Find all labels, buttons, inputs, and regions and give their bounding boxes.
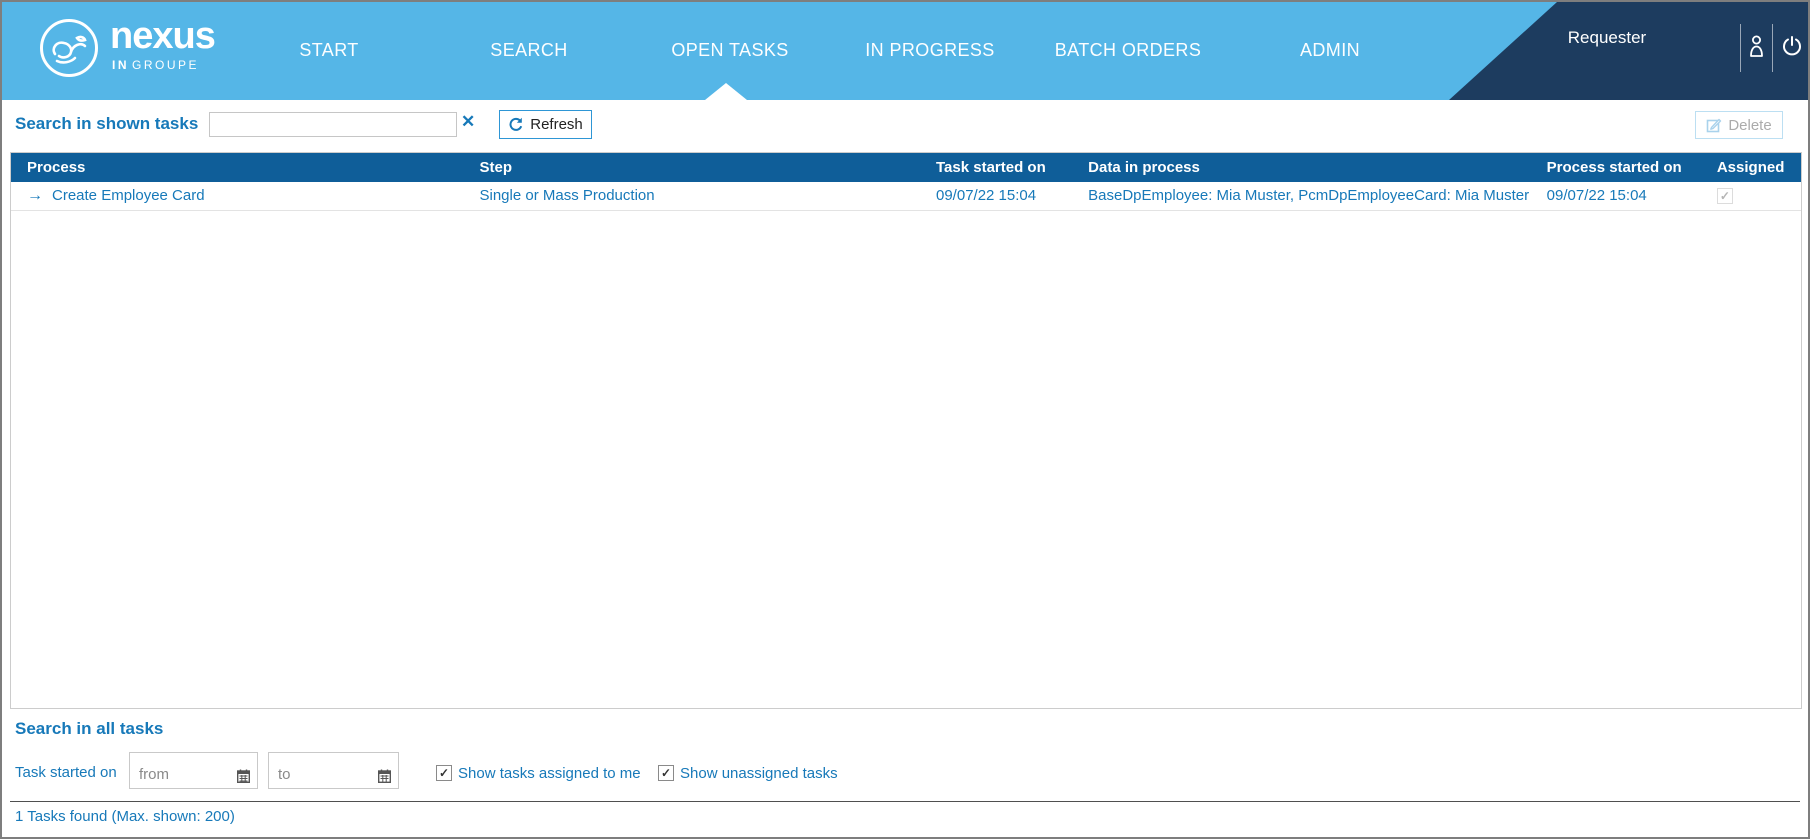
user-role-label: Requester [1567,28,1647,47]
calendar-icon[interactable] [237,769,250,783]
delete-edit-icon [1706,117,1722,133]
nav-search[interactable]: SEARCH [490,40,567,61]
col-header-process[interactable]: Process [11,153,464,182]
cell-task-started: 09/07/22 15:04 [920,182,1073,211]
refresh-button[interactable]: Refresh [499,110,592,139]
open-tasks-table: Process Step Task started on Data in pro… [11,153,1801,211]
logo-brand: nexus [110,15,216,57]
delete-button[interactable]: Delete [1695,111,1783,139]
open-tasks-table-panel: Process Step Task started on Data in pro… [10,152,1802,709]
col-header-assigned[interactable]: Assigned [1700,153,1801,182]
calendar-icon[interactable] [378,769,391,783]
cell-process[interactable]: → Create Employee Card [11,182,464,211]
header-divider [1772,24,1773,72]
nav-admin[interactable]: ADMIN [1300,40,1360,61]
refresh-label: Refresh [530,116,583,133]
to-placeholder: to [278,766,291,783]
task-started-on-label: Task started on [15,764,117,781]
nav-batch-orders[interactable]: BATCH ORDERS [1055,40,1201,61]
cell-step: Single or Mass Production [463,182,920,211]
cell-data-in-process: BaseDpEmployee: Mia Muster, PcmDpEmploye… [1072,182,1531,211]
top-navbar: nexus IN GROUPE START SEARCH OPEN TASKS I… [2,2,1808,100]
logout-power-icon[interactable] [1780,34,1804,60]
cell-assigned: ✓ [1700,182,1801,211]
nav-start[interactable]: START [299,40,358,61]
show-unassigned-checkbox[interactable]: ✓ [658,765,674,781]
delete-label: Delete [1728,116,1772,134]
app-window: nexus IN GROUPE START SEARCH OPEN TASKS I… [0,0,1810,839]
app-logo[interactable]: nexus IN GROUPE [40,15,216,77]
col-header-data-in-process[interactable]: Data in process [1072,153,1531,182]
user-profile-icon[interactable] [1748,34,1765,60]
table-header-row: Process Step Task started on Data in pro… [11,153,1801,182]
assigned-checkbox: ✓ [1716,188,1733,205]
logo-subtitle: IN GROUPE [112,58,200,72]
col-header-step[interactable]: Step [463,153,920,182]
from-placeholder: from [139,766,169,783]
cell-process-started: 09/07/22 15:04 [1530,182,1701,211]
nav-in-progress[interactable]: IN PROGRESS [865,40,994,61]
open-task-arrow-icon[interactable]: → [27,187,43,204]
date-from-input[interactable]: from [129,752,258,789]
nav-open-tasks[interactable]: OPEN TASKS [671,40,788,61]
table-row[interactable]: → Create Employee Card Single or Mass Pro… [11,182,1801,211]
show-assigned-checkbox[interactable]: ✓ [436,765,452,781]
search-shown-tasks-input[interactable] [209,112,457,137]
col-header-process-started[interactable]: Process started on [1530,153,1701,182]
search-all-tasks-title: Search in all tasks [15,719,164,738]
header-divider [1740,24,1741,72]
search-shown-tasks-label: Search in shown tasks [15,114,199,133]
logo-text: nexus IN GROUPE [110,15,216,72]
nexus-dragon-icon [40,19,98,77]
tasks-found-status: 1 Tasks found (Max. shown: 200) [15,808,235,825]
active-tab-indicator [705,83,747,100]
show-unassigned-label[interactable]: Show unassigned tasks [680,765,838,782]
date-to-input[interactable]: to [268,752,399,789]
clear-search-icon[interactable]: ✕ [461,112,475,132]
footer-separator [10,801,1800,802]
refresh-icon [508,117,524,133]
col-header-task-started[interactable]: Task started on [920,153,1073,182]
show-assigned-label[interactable]: Show tasks assigned to me [458,765,641,782]
process-link[interactable]: Create Employee Card [52,187,205,204]
